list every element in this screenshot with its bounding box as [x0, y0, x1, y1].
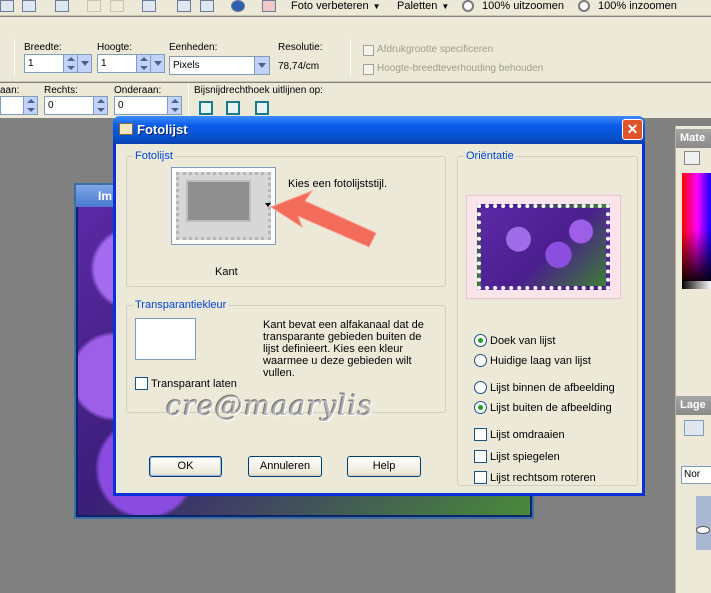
annotation-arrow-icon	[269, 189, 377, 248]
